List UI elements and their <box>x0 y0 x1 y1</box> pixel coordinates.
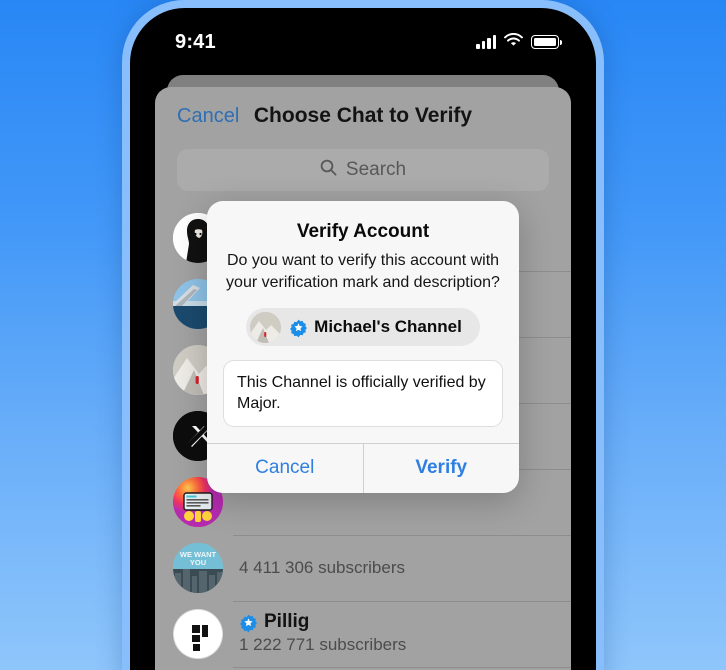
selected-account-chip[interactable]: Michael's Channel <box>246 308 480 347</box>
dialog-message: Do you want to verify this account with … <box>226 252 500 291</box>
battery-icon <box>531 35 562 49</box>
verification-description-input[interactable]: This Channel is officially verified by M… <box>223 360 503 427</box>
dialog-verify-button[interactable]: Verify <box>362 443 520 493</box>
phone-screen: 9:41 Cancel Choose Chat to Verify Search… <box>133 11 593 670</box>
chip-name: Michael's Channel <box>289 317 462 338</box>
dialog-cancel-button[interactable]: Cancel <box>207 444 363 493</box>
verify-account-dialog: Verify Account Do you want to verify thi… <box>207 201 519 493</box>
dialog-body: Verify Account Do you want to verify thi… <box>207 201 519 443</box>
avatar <box>250 311 282 343</box>
cellular-signal-icon <box>476 34 496 49</box>
status-bar: 9:41 <box>133 11 593 65</box>
phone-bezel: 9:41 Cancel Choose Chat to Verify Search… <box>130 8 596 670</box>
dialog-actions: Cancel Verify <box>207 442 520 493</box>
verified-badge-icon <box>289 319 308 338</box>
wifi-icon <box>504 32 523 52</box>
chip-name-text: Michael's Channel <box>314 317 462 337</box>
status-bar-time: 9:41 <box>175 30 216 53</box>
dialog-title: Verify Account <box>296 221 430 242</box>
status-bar-icons <box>476 32 562 52</box>
phone-frame: 9:41 Cancel Choose Chat to Verify Search… <box>122 0 604 670</box>
